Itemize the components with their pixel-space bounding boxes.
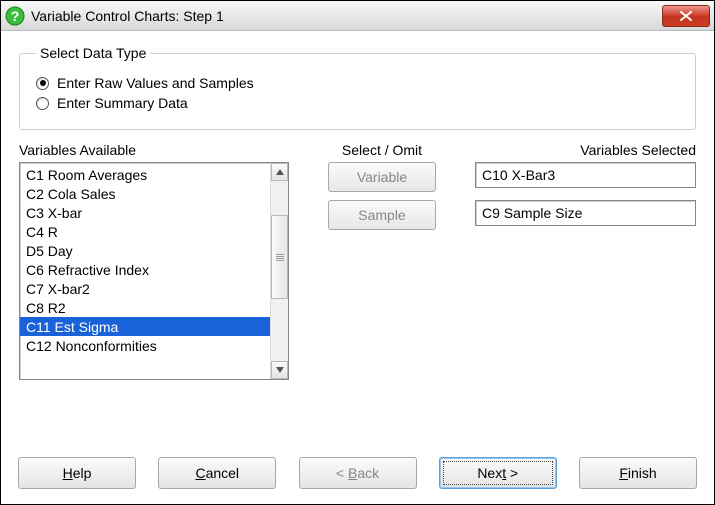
back-button[interactable]: < Back [299,457,417,489]
help-button[interactable]: Help [18,457,136,489]
available-label: Variables Available [19,142,289,158]
window-title: Variable Control Charts: Step 1 [31,8,662,24]
list-item[interactable]: C7 X-bar2 [20,279,270,298]
list-item[interactable]: C2 Cola Sales [20,184,270,203]
next-button[interactable]: Next > [439,457,557,489]
list-item[interactable]: C6 Refractive Index [20,260,270,279]
list-item[interactable]: C12 Nonconformities [20,336,270,355]
close-button[interactable] [662,5,710,27]
group-legend: Select Data Type [36,45,150,61]
close-icon [680,11,692,21]
data-type-group: Select Data Type Enter Raw Values and Sa… [19,45,696,130]
scroll-down-button[interactable] [271,361,288,379]
grip-icon [276,254,284,261]
radio-option-0[interactable]: Enter Raw Values and Samples [36,75,679,91]
radio-label: Enter Raw Values and Samples [57,75,254,91]
svg-text:?: ? [11,8,20,24]
select-omit-label: Select / Omit [307,142,457,158]
scroll-thumb[interactable] [271,215,288,299]
selected-label: Variables Selected [475,142,696,158]
title-bar: ? Variable Control Charts: Step 1 [1,1,714,31]
list-item[interactable]: C3 X-bar [20,203,270,222]
selected-variable-field[interactable] [475,162,696,188]
cancel-button[interactable]: Cancel [158,457,276,489]
chevron-down-icon [276,367,284,373]
list-item[interactable]: C1 Room Averages [20,165,270,184]
selected-sample-field[interactable] [475,200,696,226]
chevron-up-icon [276,169,284,175]
list-item[interactable]: C8 R2 [20,298,270,317]
variable-button[interactable]: Variable [328,162,436,192]
list-item[interactable]: C11 Est Sigma [20,317,270,336]
finish-button[interactable]: Finish [579,457,697,489]
radio-option-1[interactable]: Enter Summary Data [36,95,679,111]
radio-icon [36,77,49,90]
sample-button[interactable]: Sample [328,200,436,230]
list-item[interactable]: C4 R [20,222,270,241]
scrollbar[interactable] [270,163,288,379]
scroll-up-button[interactable] [271,163,288,181]
list-item[interactable]: D5 Day [20,241,270,260]
radio-icon [36,97,49,110]
available-listbox[interactable]: C1 Room AveragesC2 Cola SalesC3 X-barC4 … [19,162,289,380]
footer-buttons: Help Cancel < Back Next > Finish [18,457,697,489]
radio-label: Enter Summary Data [57,95,188,111]
help-icon: ? [5,6,25,26]
